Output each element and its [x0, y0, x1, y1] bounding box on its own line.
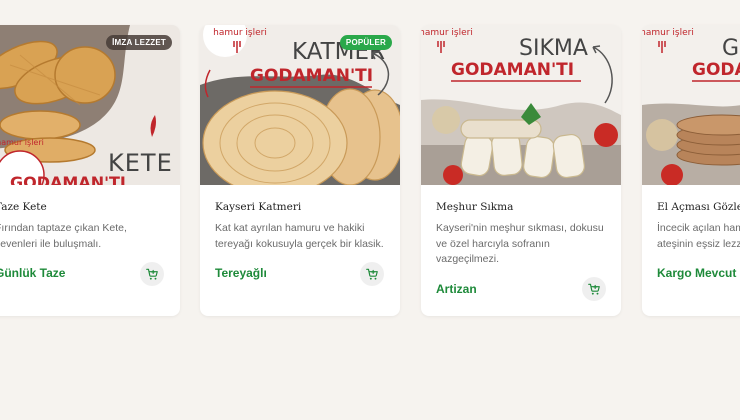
- product-image-kete: hamur işleri KETE GODAMAN'TI İMZA LEZZET: [0, 25, 180, 185]
- brand-hamur-isleri: hamur işleri: [0, 138, 44, 147]
- product-tag: Artizan: [436, 282, 477, 296]
- product-tag: Günlük Taze: [0, 266, 66, 280]
- badge-imza-lezzet: İMZA LEZZET: [106, 35, 172, 50]
- image-heading-gozleme: GÖZLEME: [722, 35, 740, 61]
- add-to-cart-icon: [588, 283, 600, 295]
- brand-hamur-isleri: hamur işleri: [421, 28, 473, 38]
- product-image-gozleme: hamur işleri GÖZLEME GODAMAN'TI: [642, 25, 740, 185]
- image-logo-katmer: GODAMAN'TI: [250, 66, 373, 86]
- brand-hamur-isleri: hamur işleri: [642, 28, 694, 38]
- product-title: Taze Kete: [0, 201, 47, 213]
- product-carousel: hamur işleri KETE GODAMAN'TI İMZA LEZZET…: [0, 0, 740, 420]
- image-logo-gozleme: GODAMAN'TI: [692, 60, 740, 80]
- product-title: Meşhur Sıkma: [436, 201, 514, 213]
- product-tag: Kargo Mevcut: [657, 266, 737, 280]
- image-logo-kete: GODAMAN'TI: [10, 173, 126, 185]
- image-logo-sikma: GODAMAN'TI: [451, 60, 574, 80]
- add-to-cart-icon: [146, 268, 158, 280]
- product-description: Kat kat ayrılan hamuru ve hakiki tereyağ…: [215, 222, 384, 250]
- add-to-cart-icon: [366, 268, 378, 280]
- product-title: Kayseri Katmeri: [215, 201, 302, 213]
- add-to-cart-button[interactable]: [140, 262, 164, 286]
- product-description: Kayseri'nin meşhur sıkması, dokusu ve öz…: [436, 222, 604, 265]
- add-to-cart-button[interactable]: [360, 262, 384, 286]
- product-card-gozleme[interactable]: hamur işleri GÖZLEME GODAMAN'TI El Açmas…: [642, 25, 740, 316]
- product-tag: Tereyağlı: [215, 266, 267, 280]
- product-card-kete[interactable]: hamur işleri KETE GODAMAN'TI İMZA LEZZET…: [0, 25, 180, 316]
- product-title: El Açması Gözleme: [657, 201, 740, 213]
- product-image-sikma: hamur işleri SIKMA GODAMAN'TI: [421, 25, 621, 185]
- product-card-katmer[interactable]: hamur işleri KATMER GODAMAN'TI POPÜLER K…: [200, 25, 400, 316]
- product-image-katmer: hamur işleri KATMER GODAMAN'TI POPÜLER: [200, 25, 400, 185]
- badge-populer: POPÜLER: [339, 35, 392, 50]
- product-card-sikma[interactable]: hamur işleri SIKMA GODAMAN'TI Meşhur Sık…: [421, 25, 621, 316]
- product-description: Fırından taptaze çıkan Kete, sevenleri i…: [0, 222, 127, 250]
- product-description: İncecik açılan hamuru ve sac ateşinin eş…: [657, 222, 740, 250]
- image-heading-sikma: SIKMA: [519, 36, 588, 61]
- brand-hamur-isleri: hamur işleri: [213, 28, 267, 38]
- add-to-cart-button[interactable]: [582, 277, 606, 301]
